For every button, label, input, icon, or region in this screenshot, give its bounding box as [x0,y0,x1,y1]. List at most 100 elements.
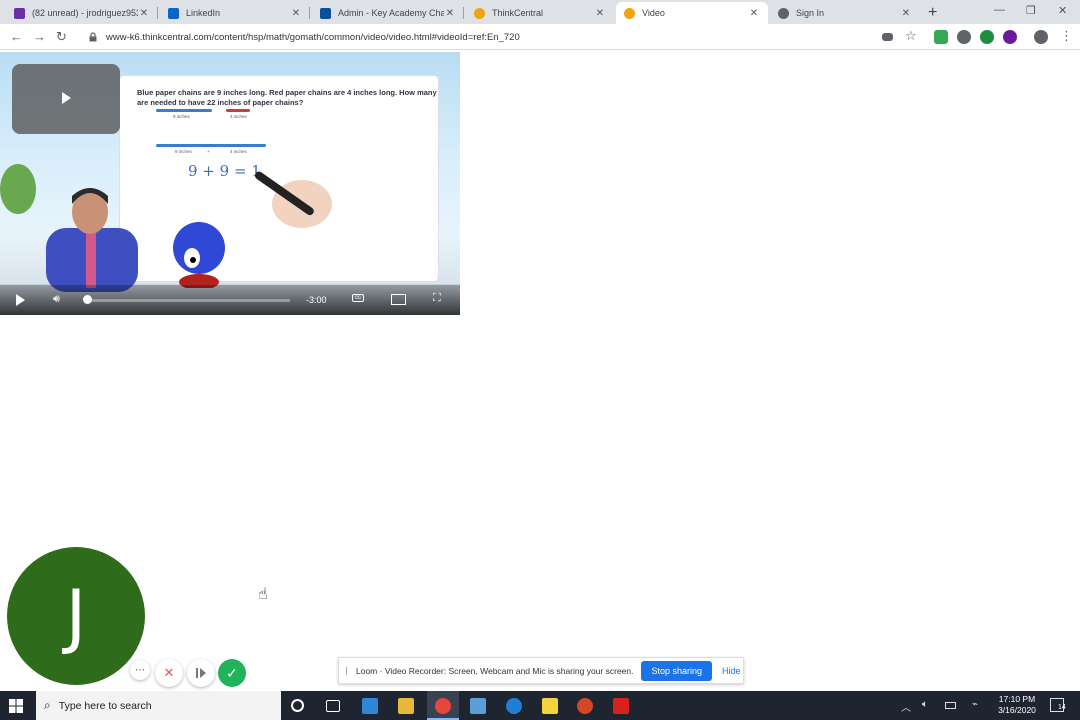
chain-label: 9 inches [175,149,192,154]
tab-title: ThinkCentral [492,8,544,18]
tab-sign-in[interactable]: Sign In ✕ [770,2,920,24]
sticky-notes-icon[interactable] [542,698,558,714]
k-logo-icon [320,7,331,19]
drawing-hand [254,171,332,228]
chain-label: 4 inches [230,149,247,154]
file-explorer-icon[interactable] [398,698,414,714]
math-question: Blue paper chains are 9 inches long. Red… [137,88,437,107]
avatar-letter: J [65,575,87,657]
tab-gmail[interactable]: (82 unread) - jrodriguez953 ✕ [6,2,158,24]
extension-grammar-icon[interactable] [957,30,971,44]
screen-sharing-bar: Loom · Video Recorder: Screen, Webcam an… [338,657,744,684]
tab-video[interactable]: Video ✕ [616,2,768,24]
tray-chevron-icon[interactable]: ︿ [901,699,911,714]
loom-camera-bubble[interactable]: J [7,547,145,685]
sharing-message: Loom · Video Recorder: Screen, Webcam an… [356,665,634,676]
video-favicon-icon [624,7,635,19]
chain-label: 4 inches [230,114,247,119]
tab-title: Video [642,8,665,18]
tab-divider [463,7,464,19]
picture-in-picture-icon[interactable] [391,294,406,305]
powerpoint-icon[interactable] [577,698,593,714]
progress-track[interactable] [86,299,290,302]
close-icon[interactable]: ✕ [594,8,606,19]
task-view-icon[interactable] [326,700,340,712]
tab-title: (82 unread) - jrodriguez953 [32,8,138,18]
red-chain [226,109,250,112]
tab-divider [309,7,310,19]
notification-count: 14 [1058,704,1066,711]
address-bar[interactable]: www-k6.thinkcentral.com/content/hsp/math… [78,27,928,47]
app-window-icon[interactable] [470,698,486,714]
bookmark-star-icon[interactable]: ☆ [905,28,917,44]
acrobat-icon[interactable] [613,698,629,714]
speaker-icon[interactable]: 🔈︎ [922,699,928,710]
drag-handle-icon[interactable] [346,666,348,675]
profile-avatar-icon[interactable] [1034,30,1048,44]
play-button[interactable] [16,294,25,306]
close-icon[interactable]: ✕ [444,8,456,19]
search-icon: ⌕ [44,698,51,712]
big-play-button[interactable] [12,64,120,134]
globe-icon [778,7,789,19]
volume-icon[interactable]: 🔊︎ [53,293,60,306]
fullscreen-icon[interactable]: ⛶ [433,292,441,305]
blue-chain [156,109,212,112]
linkedin-icon [168,7,179,19]
loom-more-button[interactable]: ⋯ [130,660,150,680]
progress-scrubber[interactable] [83,295,92,304]
tab-divider [157,7,158,19]
cortana-icon[interactable] [291,699,304,712]
clock-date: 3/16/2020 [998,705,1036,715]
thinkcentral-icon [474,7,485,19]
taskbar-clock[interactable]: 17:10 PM 3/16/2020 [990,694,1044,716]
forward-icon[interactable]: → [33,29,46,44]
close-icon[interactable]: ✕ [290,8,302,19]
video-control-bar: 🔊︎ -3:00 cc ⛶ [0,285,460,315]
blue-chain-combined [156,144,266,147]
loom-pause-button[interactable] [187,659,215,687]
hide-link[interactable]: Hide [722,666,741,676]
minimize-icon[interactable]: — [994,4,1005,16]
extension-g-icon[interactable] [980,30,994,44]
camera-icon[interactable] [882,33,893,41]
new-tab-button[interactable]: + [928,4,937,22]
pause-play-icon [196,668,206,678]
chrome-icon[interactable] [435,698,451,714]
stop-sharing-button[interactable]: Stop sharing [641,660,713,681]
tab-linkedin[interactable]: LinkedIn ✕ [160,2,310,24]
reload-icon[interactable]: ↻ [56,29,67,45]
network-icon[interactable]: ⌁ [972,699,978,710]
edge-icon[interactable] [506,698,522,714]
extension-green-icon[interactable] [934,30,948,44]
close-icon[interactable]: ✕ [900,8,912,19]
window-close-icon[interactable]: ✕ [1058,4,1067,17]
tab-title: Sign In [796,8,825,18]
close-icon[interactable]: ✕ [138,8,150,19]
chain-label: + [207,149,210,154]
close-icon[interactable]: ✕ [748,8,760,19]
tab-admin[interactable]: Admin - Key Academy Char ✕ [312,2,464,24]
captions-icon[interactable]: cc [352,294,364,302]
back-icon[interactable]: ← [10,29,23,44]
lock-icon [89,32,97,42]
loom-finish-button[interactable]: ✓ [218,659,246,687]
puppet [173,222,225,288]
loom-cancel-button[interactable]: ✕ [155,659,183,687]
hand-cursor-icon: ☝ [258,586,268,603]
windows-start-icon[interactable] [9,699,23,713]
url-text: www-k6.thinkcentral.com/content/hsp/math… [106,31,520,43]
mail-app-icon[interactable] [362,698,378,714]
windows-taskbar: ⌕ Type here to search ︿ 🔈︎ ⌁ 17:10 PM 3/… [0,691,1080,720]
clock-time: 17:10 PM [998,694,1036,704]
chain-label: 9 inches [173,114,190,119]
battery-icon[interactable] [945,702,956,709]
tab-thinkcentral[interactable]: ThinkCentral ✕ [466,2,614,24]
menu-kebab-icon[interactable]: ⋮ [1060,28,1073,44]
taskbar-search-box[interactable]: ⌕ Type here to search [36,691,281,720]
extension-settings-icon[interactable] [1003,30,1017,44]
maximize-icon[interactable]: ❐ [1026,4,1036,17]
play-icon [62,92,71,104]
video-player[interactable]: Blue paper chains are 9 inches long. Red… [0,52,460,315]
presenter [46,188,138,292]
